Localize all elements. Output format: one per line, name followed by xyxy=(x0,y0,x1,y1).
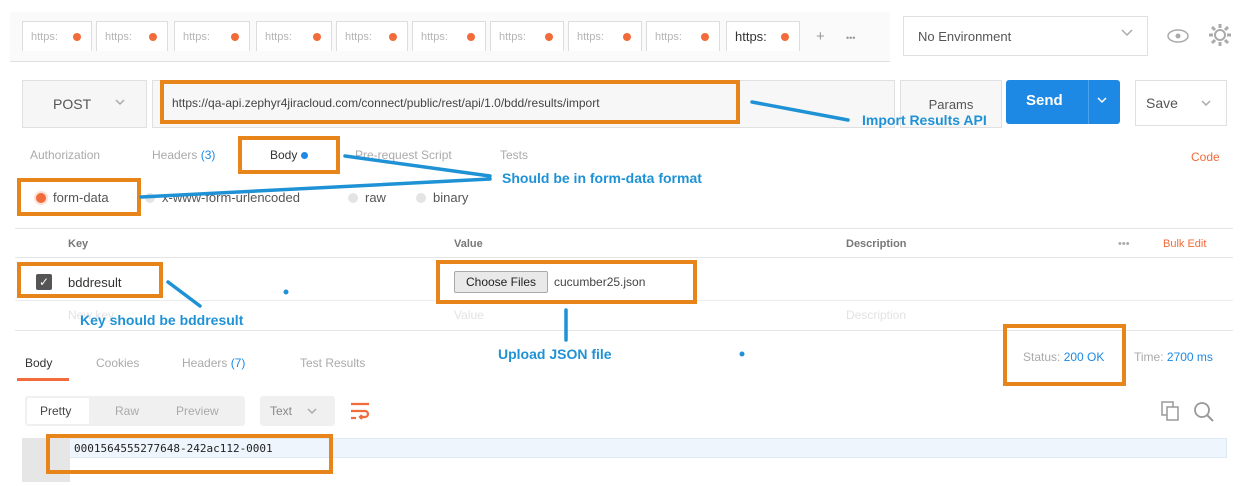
request-tab[interactable]: https: xyxy=(490,21,564,51)
new-value-placeholder[interactable]: Value xyxy=(454,308,484,322)
highlight-body-tab xyxy=(238,136,340,174)
save-options-chevron-icon[interactable] xyxy=(1200,97,1212,109)
active-tab-underline xyxy=(17,378,69,381)
environment-select[interactable]: No Environment xyxy=(903,16,1148,56)
request-tab[interactable]: https: xyxy=(96,21,168,51)
request-tab[interactable]: https: xyxy=(336,21,408,51)
response-time: Time: 2700 ms xyxy=(1134,350,1213,364)
callout-key: Key should be bddresult xyxy=(80,312,244,328)
format-preview-button[interactable]: Preview xyxy=(176,404,219,418)
radio-binary[interactable]: binary xyxy=(416,190,468,205)
request-tab[interactable]: https: xyxy=(22,21,92,51)
code-link[interactable]: Code xyxy=(1191,150,1220,164)
send-label: Send xyxy=(1026,92,1063,109)
column-key: Key xyxy=(68,238,89,250)
callout-upload: Upload JSON file xyxy=(498,346,612,362)
send-divider xyxy=(1088,80,1089,124)
save-label: Save xyxy=(1146,95,1178,111)
language-select[interactable]: Text xyxy=(260,396,335,426)
unsaved-dot-icon xyxy=(313,33,321,41)
callout-form-data: Should be in form-data format xyxy=(502,170,702,186)
new-tab-button[interactable]: + xyxy=(816,28,825,45)
unsaved-dot-icon xyxy=(389,33,397,41)
tab-headers[interactable]: Headers (3) xyxy=(152,148,215,162)
response-tab-body[interactable]: Body xyxy=(25,356,52,370)
new-description-placeholder[interactable]: Description xyxy=(846,308,906,322)
highlight-response xyxy=(46,434,333,474)
format-pretty-button[interactable]: Pretty xyxy=(40,404,71,418)
chevron-down-icon xyxy=(115,99,125,106)
highlight-key xyxy=(17,262,163,298)
bulk-edit-link[interactable]: Bulk Edit xyxy=(1163,238,1206,250)
chevron-down-icon xyxy=(1121,29,1133,37)
radio-urlencoded[interactable]: x-www-form-urlencoded xyxy=(145,190,300,205)
format-raw-button[interactable]: Raw xyxy=(115,404,139,418)
tab-pre-request-script[interactable]: Pre-request Script xyxy=(355,148,452,162)
column-description: Description xyxy=(846,238,907,250)
highlight-form-data xyxy=(17,178,141,216)
unsaved-dot-icon xyxy=(781,33,789,41)
response-tab-headers[interactable]: Headers (7) xyxy=(182,356,245,370)
unsaved-dot-icon xyxy=(73,33,81,41)
highlight-url xyxy=(160,80,740,124)
search-icon[interactable] xyxy=(1192,400,1216,424)
copy-icon[interactable] xyxy=(1160,400,1180,422)
radio-unselected-icon xyxy=(416,192,426,203)
tab-tests[interactable]: Tests xyxy=(500,148,528,162)
unsaved-dot-icon xyxy=(231,33,239,41)
radio-unselected-icon xyxy=(145,192,155,203)
highlight-status xyxy=(1003,324,1126,386)
response-tab-test-results[interactable]: Test Results xyxy=(300,356,365,370)
unsaved-dot-icon xyxy=(149,33,157,41)
request-tab[interactable]: https: xyxy=(646,21,720,51)
more-options-button[interactable]: ••• xyxy=(1118,238,1130,250)
chevron-down-icon xyxy=(307,408,317,415)
request-tab[interactable]: https: xyxy=(412,21,486,51)
unsaved-dot-icon xyxy=(701,33,709,41)
callout-import-api: Import Results API xyxy=(862,112,987,128)
tab-overflow-button[interactable]: ••• xyxy=(846,33,855,43)
request-tab[interactable]: https: xyxy=(256,21,332,51)
radio-unselected-icon xyxy=(348,192,358,203)
unsaved-dot-icon xyxy=(623,33,631,41)
request-tab[interactable]: https: xyxy=(568,21,642,51)
unsaved-dot-icon xyxy=(545,33,553,41)
request-tab[interactable]: https: xyxy=(174,21,250,51)
radio-raw[interactable]: raw xyxy=(348,190,386,205)
request-tab-active[interactable]: https: xyxy=(726,21,800,51)
column-value: Value xyxy=(454,238,483,250)
eye-icon[interactable] xyxy=(1166,26,1190,46)
highlight-file-upload xyxy=(436,260,697,304)
kv-table-header xyxy=(15,228,1233,258)
tab-authorization[interactable]: Authorization xyxy=(30,148,100,162)
wrap-lines-icon[interactable] xyxy=(348,400,372,422)
unsaved-dot-icon xyxy=(467,33,475,41)
method-select[interactable]: POST xyxy=(22,80,147,128)
response-tab-cookies[interactable]: Cookies xyxy=(96,356,139,370)
gear-icon[interactable] xyxy=(1207,22,1233,48)
send-options-chevron-icon[interactable] xyxy=(1096,94,1108,106)
